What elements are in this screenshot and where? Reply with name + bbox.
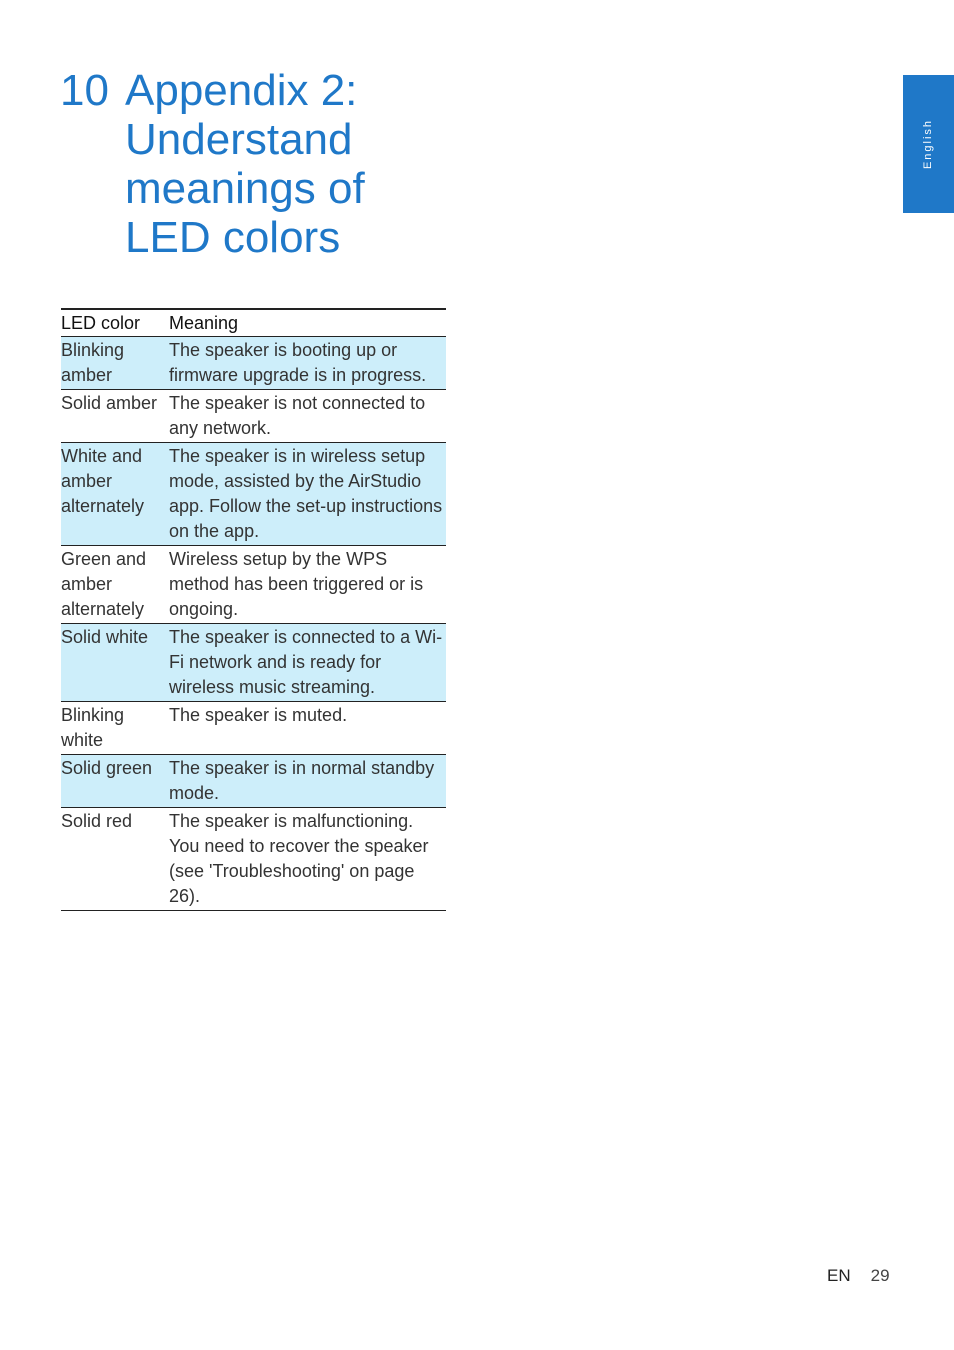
chapter-heading: 10 Appendix 2: Understand meanings of LE…	[60, 66, 425, 262]
chapter-title: Appendix 2: Understand meanings of LED c…	[125, 66, 365, 262]
footer-language: EN	[827, 1266, 851, 1285]
table-row: Solid green The speaker is in normal sta…	[61, 754, 446, 808]
led-color-cell: Green and amber alternately	[61, 549, 147, 619]
led-color-table: LED color Meaning Blinking amber The spe…	[61, 308, 446, 911]
table-row: Blinking white The speaker is muted.	[61, 702, 446, 755]
meaning-cell: The speaker is malfunctioning. You need …	[169, 811, 429, 906]
table-row: White and amber alternately The speaker …	[61, 442, 446, 546]
led-color-cell: Solid white	[61, 627, 149, 647]
led-color-cell: Solid red	[61, 811, 133, 831]
meaning-cell: Wireless setup by the WPS method has bee…	[169, 549, 424, 619]
led-color-cell: Solid amber	[61, 393, 158, 413]
table-header-row: LED color Meaning	[61, 309, 446, 337]
chapter-number: 10	[60, 66, 109, 115]
language-tab: English	[903, 75, 954, 213]
led-color-cell: Solid green	[61, 758, 153, 778]
table-row: Blinking amber The speaker is booting up…	[61, 336, 446, 390]
led-color-cell: Blinking white	[61, 705, 125, 750]
language-tab-label: English	[922, 118, 935, 170]
table-row: Solid red The speaker is malfunctioning.…	[61, 808, 446, 911]
table-row: Green and amber alternately Wireless set…	[61, 546, 446, 624]
meaning-cell: The speaker is connected to a Wi-Fi netw…	[169, 627, 443, 697]
led-color-cell: Blinking amber	[61, 340, 125, 385]
page-footer: EN 29	[827, 1266, 890, 1286]
table-row: Solid amber The speaker is not connected…	[61, 390, 446, 443]
meaning-cell: The speaker is in wireless setup mode, a…	[169, 446, 443, 541]
header-led-color: LED color	[61, 313, 141, 333]
table-row: Solid white The speaker is connected to …	[61, 623, 446, 702]
page-number: 29	[870, 1266, 890, 1285]
meaning-cell: The speaker is not connected to any netw…	[169, 393, 426, 438]
header-meaning: Meaning	[169, 313, 239, 333]
led-color-cell: White and amber alternately	[61, 446, 145, 516]
meaning-cell: The speaker is in normal standby mode.	[169, 758, 435, 803]
meaning-cell: The speaker is muted.	[169, 705, 348, 725]
meaning-cell: The speaker is booting up or firmware up…	[169, 340, 427, 385]
